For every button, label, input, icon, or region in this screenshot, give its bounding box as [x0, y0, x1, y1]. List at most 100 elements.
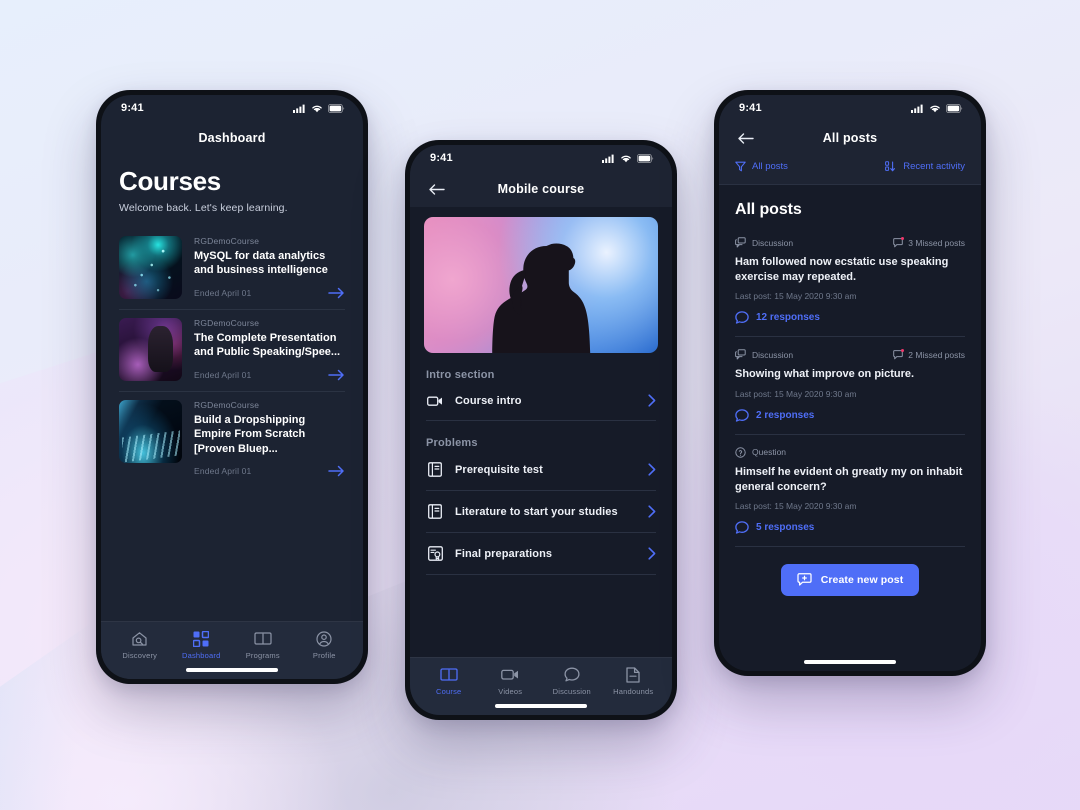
row-label: Final preparations: [455, 547, 553, 560]
alert-dot: [901, 236, 905, 240]
post-list-item[interactable]: Question Himself he evident oh greatly m…: [735, 433, 965, 546]
post-header: Question: [735, 446, 965, 458]
post-kind-label: Discussion: [752, 237, 794, 248]
wifi-icon: [312, 105, 322, 112]
chevron-right-icon[interactable]: [648, 463, 656, 476]
course-thumbnail: [119, 317, 182, 381]
course-status: Ended April 01: [194, 369, 252, 380]
status-icons: [293, 103, 345, 113]
course-list-item[interactable]: RGDemoCourse MySQL for data analytics an…: [119, 228, 345, 309]
home-indicator[interactable]: [495, 704, 587, 708]
filter-all-posts-button[interactable]: All posts: [735, 161, 788, 172]
status-bar: 9:41: [410, 145, 672, 171]
course-navbar: Mobile course: [410, 171, 672, 207]
course-list: RGDemoCourse MySQL for data analytics an…: [119, 228, 345, 488]
phone-course: 9:41 Mobile course Intro section Course …: [405, 140, 677, 720]
tab-programs[interactable]: Programs: [232, 630, 294, 660]
course-status: Ended April 01: [194, 287, 252, 298]
status-time: 9:41: [739, 102, 762, 114]
chevron-right-icon[interactable]: [648, 394, 656, 407]
wifi-icon: [930, 105, 940, 112]
chevron-right-icon[interactable]: [648, 505, 656, 518]
tab-dashboard[interactable]: Dashboard: [171, 630, 233, 660]
post-last-activity: Last post: 15 May 2020 9:30 am: [735, 500, 857, 511]
chat-alert-icon: [893, 236, 905, 248]
chevron-right-icon[interactable]: [648, 547, 656, 560]
discussion-icon: [735, 237, 746, 248]
chat-bubble-icon: [735, 311, 749, 324]
tab-label: Course: [436, 687, 462, 696]
courses-subheading: Welcome back. Let's keep learning.: [119, 201, 288, 214]
wifi-icon: [621, 155, 631, 162]
post-kind: Question: [735, 446, 786, 458]
course-row-literature[interactable]: Literature to start your studies: [426, 491, 656, 533]
course-provider: RGDemoCourse: [194, 235, 260, 246]
course-status: Ended April 01: [194, 466, 252, 477]
create-post-label: Create new post: [820, 573, 904, 586]
tab-videos[interactable]: Videos: [480, 666, 542, 696]
back-button[interactable]: [735, 128, 755, 148]
all-posts-screen: 9:41 All posts All posts Recent activity…: [719, 95, 981, 671]
course-open-arrow-icon[interactable]: [328, 465, 345, 477]
tab-label: Discussion: [552, 687, 591, 696]
create-new-post-button[interactable]: Create new post: [780, 563, 920, 596]
book-icon: [440, 666, 458, 683]
course-row-final-preparations[interactable]: Final preparations: [426, 533, 656, 575]
sort-recent-activity-button[interactable]: Recent activity: [885, 161, 965, 172]
arrow-left-icon: [428, 183, 445, 195]
home-indicator[interactable]: [186, 668, 278, 672]
post-title: Ham followed now ecstatic use speaking e…: [735, 256, 949, 284]
tab-profile[interactable]: Profile: [294, 630, 356, 660]
course-list-item[interactable]: RGDemoCourse Build a Dropshipping Empire…: [119, 390, 345, 488]
course-screen: 9:41 Mobile course Intro section Course …: [410, 145, 672, 715]
post-list-item[interactable]: Discussion 3 Missed posts Ham followed n…: [735, 231, 965, 336]
tab-label: Handounds: [613, 687, 654, 696]
post-missed-label: 2 Missed posts: [908, 349, 965, 360]
chat-bubble-icon: [564, 666, 580, 683]
back-button[interactable]: [426, 179, 446, 199]
course-provider: RGDemoCourse: [194, 399, 260, 410]
post-list-item[interactable]: Discussion 2 Missed posts Showing what i…: [735, 336, 965, 433]
tab-label: Discovery: [122, 651, 158, 660]
course-title: Build a Dropshipping Empire From Scratch…: [194, 413, 306, 455]
course-provider: RGDemoCourse: [194, 317, 260, 328]
post-title: Himself he evident oh greatly my on inha…: [735, 465, 963, 493]
tab-handounds[interactable]: Handounds: [603, 666, 665, 696]
tab-course[interactable]: Course: [418, 666, 480, 696]
chat-bubble-icon: [735, 521, 749, 534]
tab-discussion[interactable]: Discussion: [541, 666, 603, 696]
alert-dot: [901, 348, 905, 352]
grid-icon: [193, 630, 210, 647]
page-title: All posts: [822, 131, 878, 145]
home-indicator[interactable]: [804, 660, 896, 665]
create-post-area: Create new post: [735, 545, 965, 596]
course-row-prerequisite-test[interactable]: Prerequisite test: [426, 449, 656, 491]
battery-icon: [637, 153, 654, 163]
course-row-course-intro[interactable]: Course intro: [426, 381, 656, 421]
post-responses-label: 2 responses: [756, 409, 815, 421]
book-document-icon: [426, 504, 444, 519]
post-missed: 2 Missed posts: [893, 348, 965, 360]
course-meta: RGDemoCourse The Complete Presentation a…: [194, 318, 345, 381]
course-footer: Ended April 01: [194, 360, 345, 381]
dashboard-screen: 9:41 Dashboard Courses Welcome back. Let…: [101, 95, 363, 679]
cellular-signal-icon: [293, 104, 305, 113]
question-circle-icon: [735, 446, 746, 458]
course-footer: Ended April 01: [194, 278, 345, 299]
course-meta: RGDemoCourse Build a Dropshipping Empire…: [194, 400, 345, 478]
post-responses-link[interactable]: 5 responses: [735, 521, 965, 534]
course-list-item[interactable]: RGDemoCourse The Complete Presentation a…: [119, 308, 345, 391]
post-responses-link[interactable]: 2 responses: [735, 408, 965, 422]
post-responses-link[interactable]: 12 responses: [735, 311, 965, 324]
status-bar: 9:41: [719, 95, 981, 121]
course-open-arrow-icon[interactable]: [328, 287, 345, 299]
certificate-icon: [426, 546, 444, 561]
cellular-signal-icon: [911, 104, 923, 113]
posts-content: All posts Discussion 3 Missed posts Ham …: [719, 185, 981, 625]
home-indicator-area: [719, 654, 981, 671]
course-open-arrow-icon[interactable]: [328, 369, 345, 381]
tab-discovery[interactable]: Discovery: [109, 630, 171, 660]
video-camera-icon: [426, 395, 444, 407]
book-document-icon: [426, 462, 444, 477]
discussion-icon: [735, 349, 746, 360]
